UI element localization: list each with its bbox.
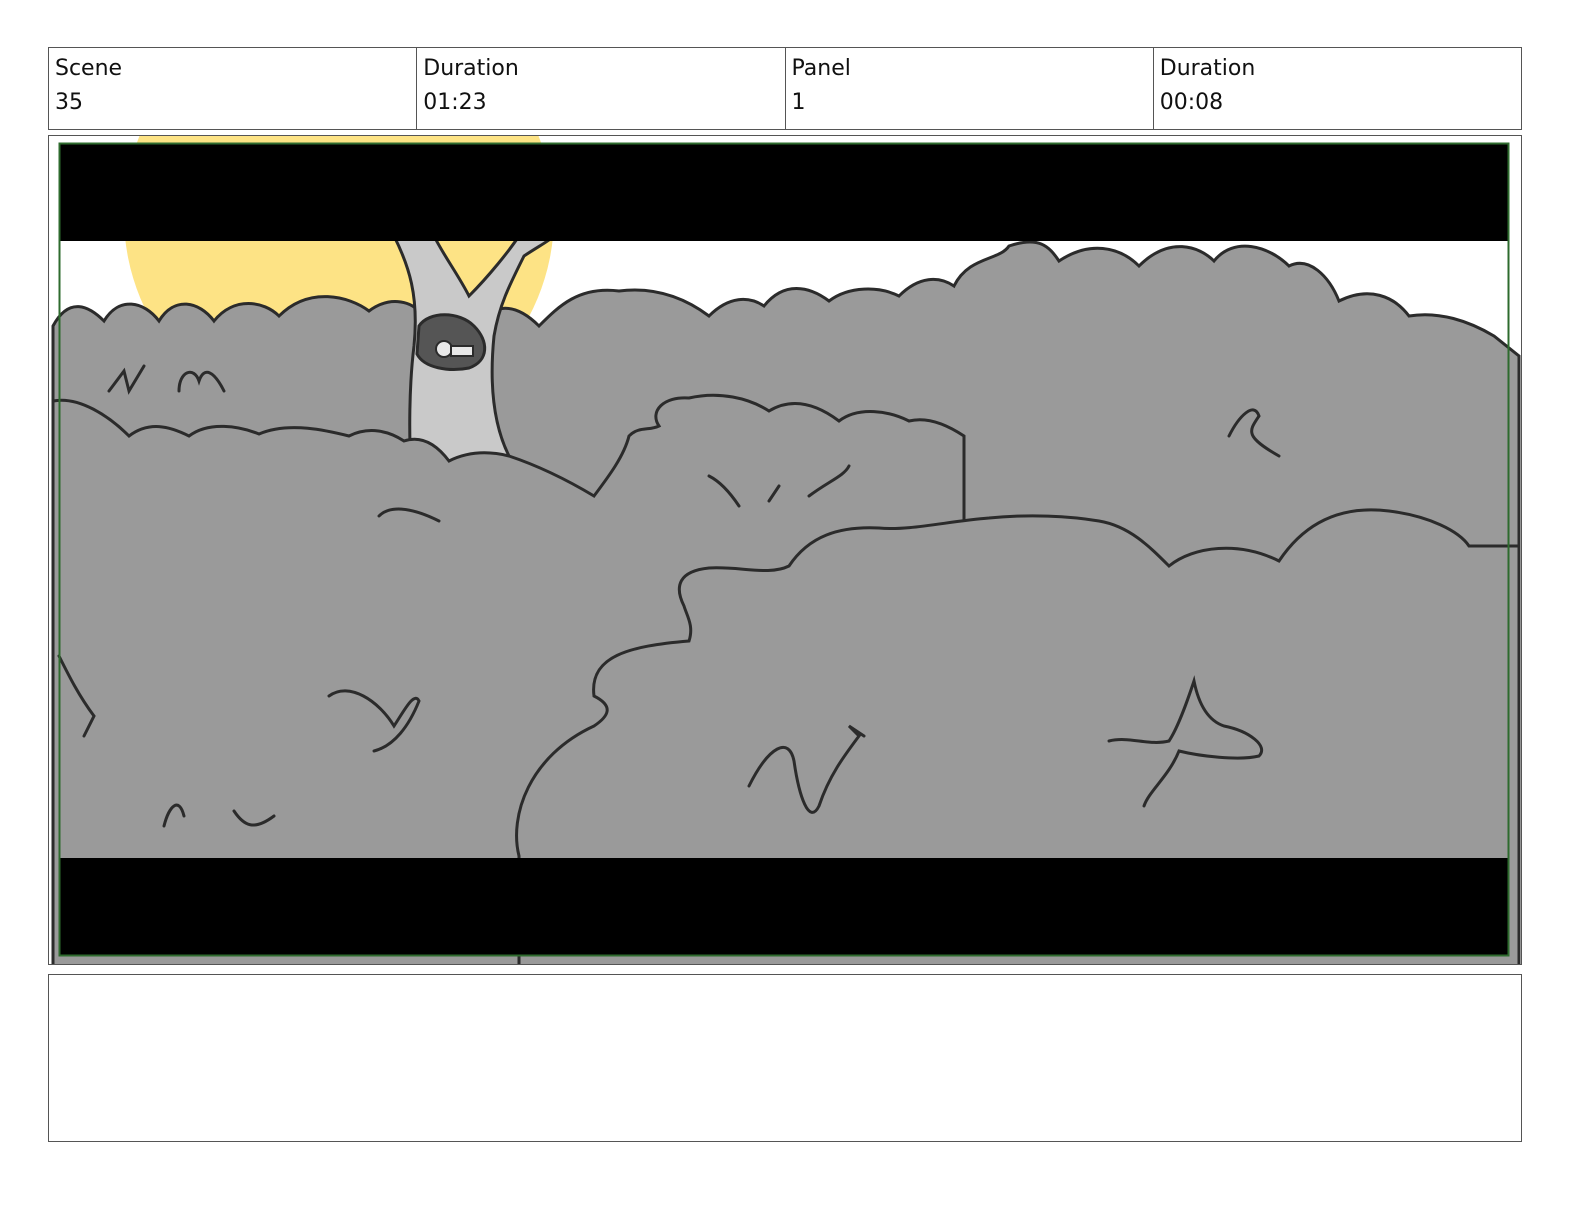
panel-value: 1 <box>791 90 806 115</box>
letterbox-top <box>59 143 1509 241</box>
scene-label: Scene <box>55 56 123 81</box>
storyboard-header: Scene 35 Duration 01:23 Panel 1 Duration… <box>48 47 1522 130</box>
storyboard-panel <box>48 135 1522 965</box>
scene-cell: Scene 35 <box>49 48 418 129</box>
panel-label: Panel <box>791 56 851 81</box>
panel-duration-label: Duration <box>1159 56 1256 81</box>
panel-duration-value: 00:08 <box>1159 90 1224 115</box>
panel-notes-box <box>48 974 1522 1142</box>
scene-duration-cell: Duration 01:23 <box>417 48 786 129</box>
character-body <box>450 345 474 357</box>
scene-value: 35 <box>55 90 83 115</box>
letterbox-bottom <box>59 858 1509 956</box>
scene-duration-label: Duration <box>423 56 519 81</box>
scene-duration-value: 01:23 <box>423 90 487 115</box>
panel-duration-cell: Duration 00:08 <box>1154 48 1521 129</box>
panel-cell: Panel 1 <box>786 48 1154 129</box>
character-face <box>435 340 453 358</box>
panel-sketch-image <box>51 136 1521 964</box>
